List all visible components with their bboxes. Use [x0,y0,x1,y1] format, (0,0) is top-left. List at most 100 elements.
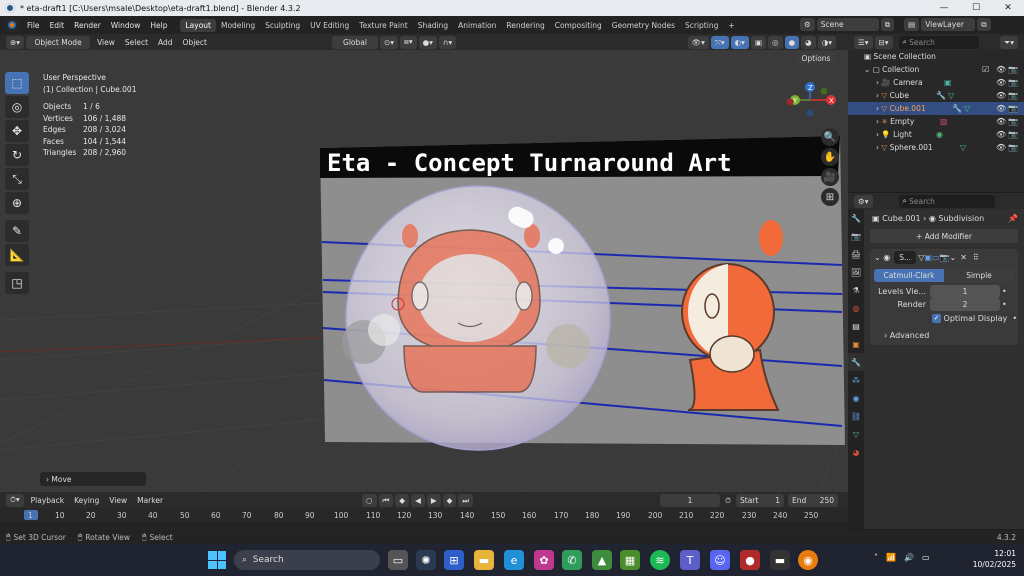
file-explorer-icon[interactable]: ▬ [474,550,494,570]
modifier-name-field[interactable]: S... [894,250,917,264]
maximize-icon[interactable]: ☐ [960,0,992,16]
output-tab-icon[interactable]: 🖨 [848,245,864,263]
data-tab-icon[interactable]: ▽ [848,425,864,443]
render-display-icon[interactable]: 📷 [940,253,950,262]
menu-file[interactable]: File [22,21,45,30]
annotate-tool-icon[interactable]: ✎ [5,220,29,242]
chatgpt-icon[interactable]: ✺ [416,550,436,570]
minecraft-icon[interactable]: ▦ [620,550,640,570]
outliner-item-camera[interactable]: › 🎥 Camera ▣ 👁 📷 [848,76,1024,89]
menu-select[interactable]: Select [120,38,153,47]
viewlayer-selector[interactable]: ViewLayer [921,18,976,31]
store-icon[interactable]: ⊞ [444,550,464,570]
camera-render-icon[interactable]: 📷 [1008,78,1018,87]
viewlayer-icon[interactable]: ▤ [904,18,920,31]
eye-icon[interactable]: 👁 [996,78,1006,87]
display-mode-icon[interactable]: ⊟▾ [874,35,893,49]
move-tool-icon[interactable]: ✥ [5,120,29,142]
outliner-item-cube[interactable]: › ▽ Cube 🔧 ▽ 👁 📷 [848,89,1024,102]
scene-selector-icon[interactable]: ⚙ [800,18,815,31]
menu-marker[interactable]: Marker [132,496,168,505]
properties-editor-icon[interactable]: ⚙▾ [854,194,873,208]
overlay-toggle-icon[interactable]: ◐▾ [730,36,749,49]
outliner-item-light[interactable]: › 💡 Light ◉ 👁 📷 [848,128,1024,141]
chevron-up-icon[interactable]: ˄ [874,553,878,562]
play-icon[interactable]: ▶ [426,494,441,507]
zoom-icon[interactable]: 🔍 [821,128,839,146]
eye-icon[interactable]: 👁 [996,117,1006,126]
timeline-body[interactable] [0,522,848,530]
menu-add[interactable]: Add [153,38,178,47]
pan-hand-icon[interactable]: ✋ [821,148,839,166]
add-workspace-button[interactable]: + [723,19,739,32]
eye-icon[interactable]: 👁 [996,130,1006,139]
outliner-item-cube001[interactable]: › ▽ Cube.001 🔧 ▽ 👁 📷 [848,102,1024,115]
pivot-icon[interactable]: ⊙▾ [379,35,399,49]
world-tab-icon[interactable]: ◍ [848,299,864,317]
checkbox-icon[interactable]: ☑ [982,65,989,74]
collection-tab-icon[interactable]: ▤ [848,317,864,335]
teams-icon[interactable]: T [680,550,700,570]
auto-key-icon[interactable]: ○ [362,494,377,507]
jump-start-icon[interactable]: ⏮ [378,494,394,507]
tab-catmull-clark[interactable]: Catmull-Clark [874,269,944,282]
collection-row[interactable]: ⌄ ▢ Collection ☑ 👁 📷 [848,63,1024,76]
tab-layout[interactable]: Layout [180,18,216,32]
edge-icon[interactable]: e [504,550,524,570]
tool-tab-icon[interactable]: 🔧 [848,209,864,227]
frame-ruler[interactable]: 1 10 20 30 40 50 60 70 80 90 100 110 120… [0,508,848,522]
camera-render-icon[interactable]: 📷 [1008,143,1018,152]
battery-icon[interactable]: ▭ [922,553,930,562]
camera-render-icon[interactable]: 📷 [1008,130,1018,139]
last-operator-panel[interactable]: › Move [40,472,146,486]
menu-render[interactable]: Render [69,21,106,30]
tab-simple[interactable]: Simple [944,269,1014,282]
tab-texture-paint[interactable]: Texture Paint [354,19,412,32]
proportional-edit-icon[interactable]: ●▾ [418,35,437,49]
constraints-tab-icon[interactable]: ⛓ [848,407,864,425]
paint-app-icon[interactable]: ✿ [534,550,554,570]
recorder-icon[interactable]: ● [740,550,760,570]
tab-modeling[interactable]: Modeling [216,19,260,32]
viewport-display-icon[interactable]: ▭ [932,253,940,262]
render-levels-field[interactable]: 2 [930,298,1000,311]
tab-uv-editing[interactable]: UV Editing [305,19,354,32]
visibility-icon[interactable]: 👁▾ [687,36,709,49]
menu-timeline-view[interactable]: View [104,496,132,505]
ortho-grid-icon[interactable]: ⊞ [821,188,839,206]
chevron-down-icon[interactable]: ⌄ [949,253,956,262]
jump-end-icon[interactable]: ⏭ [458,494,474,507]
tab-rendering[interactable]: Rendering [501,19,549,32]
spotify-icon[interactable]: ≋ [650,550,670,570]
menu-view[interactable]: View [92,38,120,47]
close-icon[interactable]: ✕ [992,0,1024,16]
outliner-editor-icon[interactable]: ☰▾ [854,35,873,49]
eye-icon[interactable]: 👁 [996,104,1006,113]
camera-render-icon[interactable]: 📷 [1008,117,1018,126]
optimal-display-row[interactable]: ✓ Optimal Display • [870,311,1018,325]
shading-rendered-icon[interactable]: ◑▾ [817,36,836,49]
object-tab-icon[interactable]: ▣ [848,335,864,353]
scene-collection-row[interactable]: ▣ Scene Collection [848,50,1024,63]
camera-view-icon[interactable]: 🎥 [821,168,839,186]
eye-icon[interactable]: 👁 [996,65,1006,74]
new-scene-icon[interactable]: ⧉ [880,18,895,31]
menu-playback[interactable]: Playback [26,496,69,505]
shading-wireframe-icon[interactable]: ◎ [768,36,783,49]
levels-viewport-field[interactable]: 1 [930,285,1000,298]
menu-object[interactable]: Object [178,38,212,47]
add-modifier-button[interactable]: + Add Modifier [870,229,1018,243]
outliner-search-input[interactable]: ⌕ Search [898,35,979,49]
next-key-icon[interactable]: ◆ [442,494,457,507]
render-tab-icon[interactable]: 📷 [848,227,864,245]
whatsapp-icon[interactable]: ✆ [562,550,582,570]
particles-tab-icon[interactable]: ⁂ [848,371,864,389]
taskbar-search-input[interactable]: ⌕ Search [234,550,380,570]
clock[interactable]: 12:01 10/02/2025 [973,548,1016,570]
wifi-icon[interactable]: 📶 [886,553,896,562]
measure-tool-icon[interactable]: 📐 [5,244,29,266]
camera-render-icon[interactable]: 📷 [1008,91,1018,100]
shading-solid-icon[interactable]: ● [784,36,800,49]
advanced-subpanel[interactable]: › Advanced [870,327,1018,343]
outliner-item-empty[interactable]: › ✳ Empty ▨ 👁 📷 [848,115,1024,128]
